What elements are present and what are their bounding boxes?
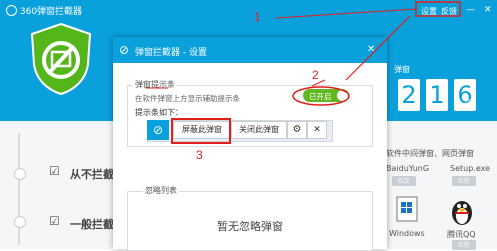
- annotation-3: 3: [196, 148, 203, 162]
- annotation-1: 1: [254, 10, 261, 24]
- annotation-2: 2: [312, 68, 319, 82]
- annotation-overlay: [146, 1, 461, 144]
